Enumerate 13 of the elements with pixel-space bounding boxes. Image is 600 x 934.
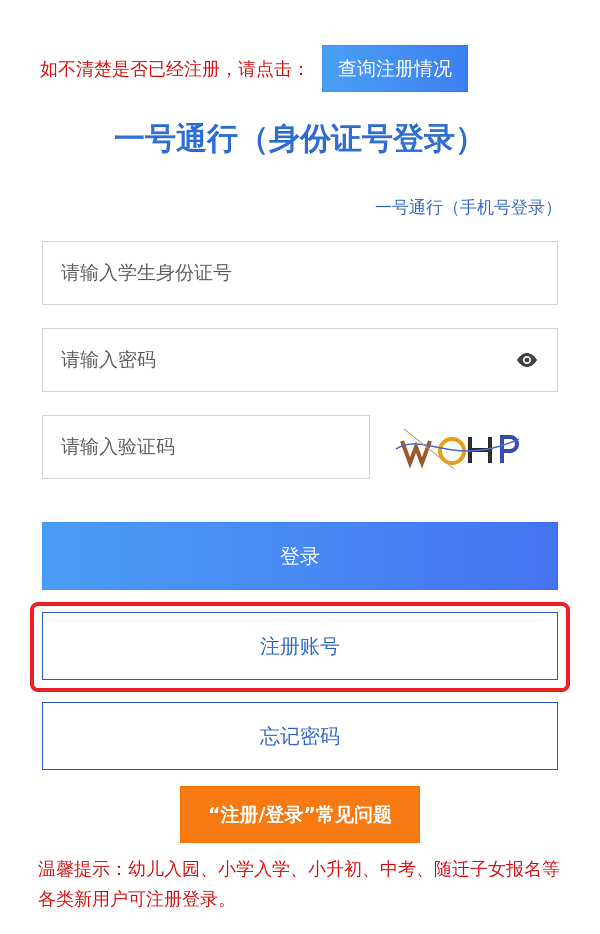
notice-text: 如不清楚是否已经注册，请点击： — [40, 58, 310, 80]
id-number-field[interactable]: 请输入学生身份证号 — [42, 241, 558, 305]
tip-text: 温馨提示：幼儿入园、小学入学、小升初、中考、随迁子女报名等各类新用户可注册登录。 — [38, 858, 561, 912]
captcha-field[interactable]: 请输入验证码 — [42, 415, 370, 479]
outline-button[interactable]: 忘记密码 — [42, 702, 558, 770]
password-field[interactable]: 请输入密码 — [42, 328, 558, 392]
phone-login-link[interactable]: 一号通行（手机号登录） — [375, 196, 562, 219]
outline-button[interactable]: 注册账号 — [42, 612, 558, 680]
login-button[interactable]: 登录 — [42, 522, 558, 590]
page-title: 一号通行（身份证号登录） — [113, 120, 487, 159]
faq-button[interactable]: “注册/登录”常见问题 — [180, 786, 420, 843]
check-registration-button[interactable]: 查询注册情况 — [322, 45, 468, 92]
eye-icon[interactable] — [516, 353, 538, 367]
